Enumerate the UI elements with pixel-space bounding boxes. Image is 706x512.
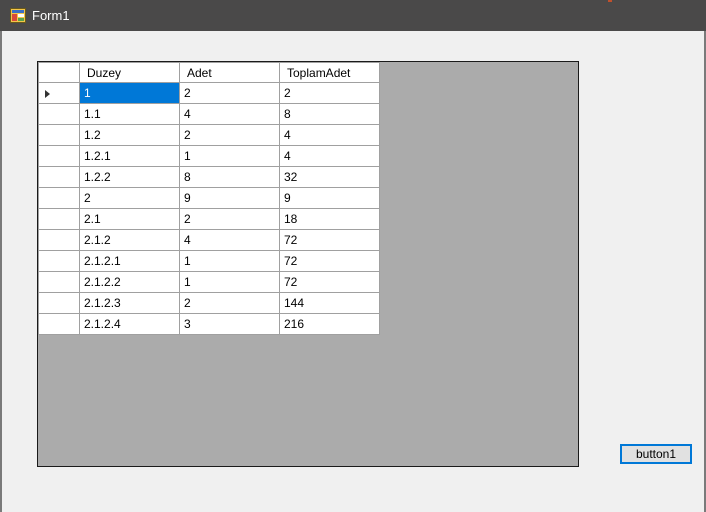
row-header[interactable]: [38, 82, 80, 104]
table-cell[interactable]: 2: [179, 208, 280, 230]
table-cell[interactable]: 2.1.2: [79, 229, 180, 251]
table-cell[interactable]: 1: [179, 271, 280, 293]
title-accent: [608, 0, 612, 2]
table-cell[interactable]: 2.1.2.4: [79, 313, 180, 335]
table-row: 2.1 2 18: [38, 208, 380, 230]
table-cell[interactable]: 18: [279, 208, 380, 230]
column-header-duzey[interactable]: Duzey: [79, 62, 180, 83]
row-header[interactable]: [38, 292, 80, 314]
table-row: 1.1 4 8: [38, 103, 380, 125]
window-frame-left: [0, 31, 2, 512]
window-title: Form1: [32, 8, 70, 23]
column-header-toplamadet[interactable]: ToplamAdet: [279, 62, 380, 83]
table-row: 1 2 2: [38, 82, 380, 104]
table-cell[interactable]: 1.2: [79, 124, 180, 146]
table-cell[interactable]: 1.1: [79, 103, 180, 125]
table-row: 1.2.1 1 4: [38, 145, 380, 167]
current-row-arrow-icon: [45, 90, 50, 98]
table-cell[interactable]: 4: [279, 124, 380, 146]
grid-corner-header[interactable]: [38, 62, 80, 83]
table-row: 2.1.2.2 1 72: [38, 271, 380, 293]
table-cell[interactable]: 1: [179, 145, 280, 167]
table-cell[interactable]: 1: [179, 250, 280, 272]
table-cell[interactable]: 4: [179, 229, 280, 251]
table-cell[interactable]: 9: [179, 187, 280, 209]
table-cell[interactable]: 2: [179, 82, 280, 104]
table-cell[interactable]: 2.1: [79, 208, 180, 230]
row-header[interactable]: [38, 208, 80, 230]
row-header[interactable]: [38, 229, 80, 251]
table-row: 2.1.2.3 2 144: [38, 292, 380, 314]
row-header[interactable]: [38, 250, 80, 272]
table-cell[interactable]: 8: [279, 103, 380, 125]
table-cell[interactable]: 2: [79, 187, 180, 209]
row-header[interactable]: [38, 124, 80, 146]
table-cell[interactable]: 216: [279, 313, 380, 335]
table-row: 2.1.2.1 1 72: [38, 250, 380, 272]
table-cell[interactable]: 72: [279, 271, 380, 293]
table-cell[interactable]: 2.1.2.2: [79, 271, 180, 293]
row-header[interactable]: [38, 103, 80, 125]
row-header[interactable]: [38, 271, 80, 293]
table-cell[interactable]: 4: [279, 145, 380, 167]
table-row: 2 9 9: [38, 187, 380, 209]
table-cell[interactable]: 8: [179, 166, 280, 188]
title-bar[interactable]: Form1: [0, 0, 706, 31]
row-header[interactable]: [38, 166, 80, 188]
table-row: 1.2.2 8 32: [38, 166, 380, 188]
table-cell[interactable]: 9: [279, 187, 380, 209]
table-cell[interactable]: 2: [179, 292, 280, 314]
row-header[interactable]: [38, 187, 80, 209]
table-cell[interactable]: 4: [179, 103, 280, 125]
table-cell[interactable]: 2.1.2.1: [79, 250, 180, 272]
row-header[interactable]: [38, 313, 80, 335]
table-cell[interactable]: 32: [279, 166, 380, 188]
table-cell[interactable]: 2.1.2.3: [79, 292, 180, 314]
button1[interactable]: button1: [620, 444, 692, 464]
table-row: 2.1.2.4 3 216: [38, 313, 380, 335]
table-cell[interactable]: 2: [279, 82, 380, 104]
row-header[interactable]: [38, 145, 80, 167]
table-cell[interactable]: 144: [279, 292, 380, 314]
form-window-icon: [10, 8, 26, 23]
table-cell[interactable]: 3: [179, 313, 280, 335]
table-cell[interactable]: 72: [279, 250, 380, 272]
table-cell[interactable]: 1: [79, 82, 180, 104]
data-grid-view[interactable]: Duzey Adet ToplamAdet 1 2 2 1.1 4 8 1.2 …: [37, 61, 579, 467]
table-row: 2.1.2 4 72: [38, 229, 380, 251]
table-row: 1.2 2 4: [38, 124, 380, 146]
column-header-row: Duzey Adet ToplamAdet: [38, 62, 380, 83]
table-cell[interactable]: 72: [279, 229, 380, 251]
data-grid-table: Duzey Adet ToplamAdet 1 2 2 1.1 4 8 1.2 …: [38, 62, 380, 335]
table-cell[interactable]: 1.2.2: [79, 166, 180, 188]
table-cell[interactable]: 2: [179, 124, 280, 146]
column-header-adet[interactable]: Adet: [179, 62, 280, 83]
table-cell[interactable]: 1.2.1: [79, 145, 180, 167]
